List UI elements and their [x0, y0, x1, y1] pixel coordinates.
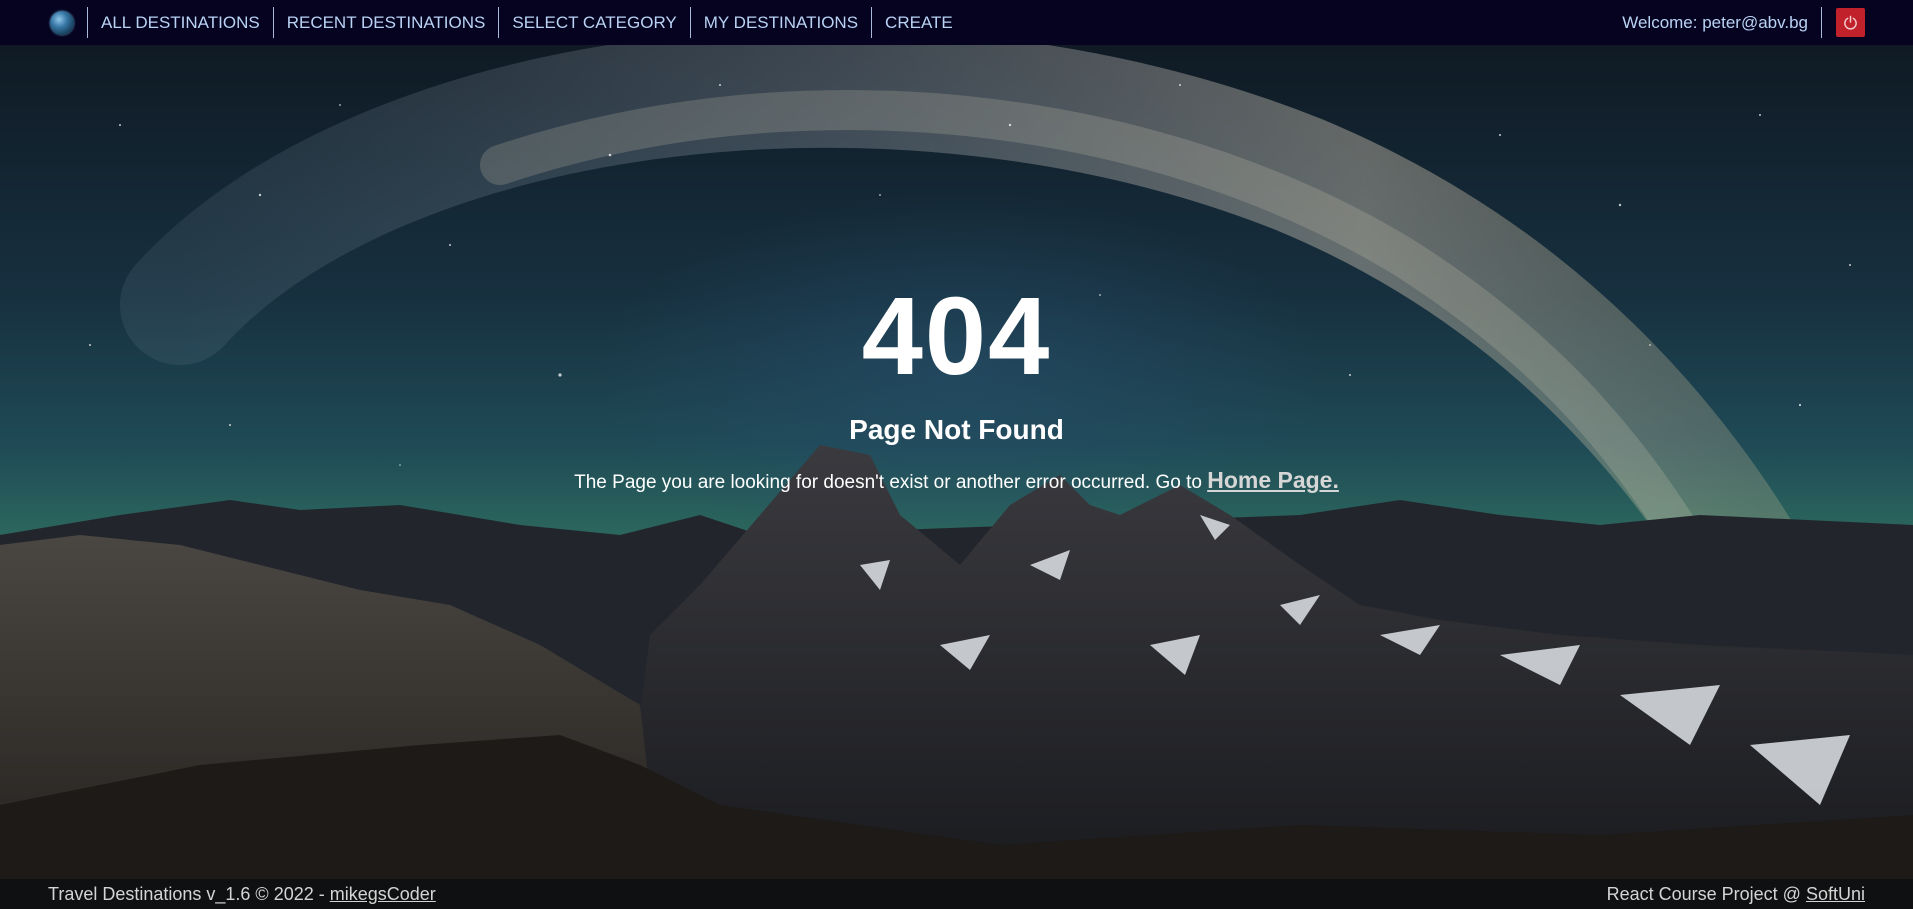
footer-right: React Course Project @ SoftUni — [1607, 884, 1865, 905]
welcome-user-text: Welcome: peter@abv.bg — [1622, 12, 1808, 32]
author-link[interactable]: mikegsCoder — [330, 884, 436, 904]
globe-icon[interactable] — [50, 10, 74, 35]
nav-create[interactable]: CREATE — [872, 13, 966, 33]
top-navbar: ALL DESTINATIONS RECENT DESTINATIONS SEL… — [0, 0, 1913, 45]
footer-project-text: React Course Project @ — [1606, 883, 1806, 904]
footer-copyright: Travel Destinations v_1.6 © 2022 - — [48, 883, 330, 904]
home-page-link[interactable]: Home Page. — [1207, 467, 1339, 493]
error-message: The Page you are looking for doesn't exi… — [574, 472, 1208, 493]
error-content: 404 Page Not Found The Page you are look… — [0, 45, 1913, 498]
error-message-line: The Page you are looking for doesn't exi… — [0, 465, 1913, 498]
nav-all-destinations[interactable]: ALL DESTINATIONS — [88, 13, 273, 33]
nav-left-group: ALL DESTINATIONS RECENT DESTINATIONS SEL… — [0, 0, 966, 45]
error-code: 404 — [861, 275, 1052, 398]
footer: Travel Destinations v_1.6 © 2022 - mikeg… — [0, 879, 1913, 909]
nav-divider — [1821, 7, 1822, 38]
logout-button[interactable] — [1836, 8, 1865, 37]
nav-right-group: Welcome: peter@abv.bg — [1622, 0, 1913, 45]
power-icon — [1844, 15, 1857, 30]
footer-left: Travel Destinations v_1.6 © 2022 - mikeg… — [48, 884, 436, 905]
error-title: Page Not Found — [849, 414, 1064, 445]
nav-recent-destinations[interactable]: RECENT DESTINATIONS — [274, 13, 499, 33]
nav-select-category[interactable]: SELECT CATEGORY — [499, 13, 689, 33]
nav-my-destinations[interactable]: MY DESTINATIONS — [691, 13, 871, 33]
softuni-link[interactable]: SoftUni — [1806, 884, 1865, 904]
